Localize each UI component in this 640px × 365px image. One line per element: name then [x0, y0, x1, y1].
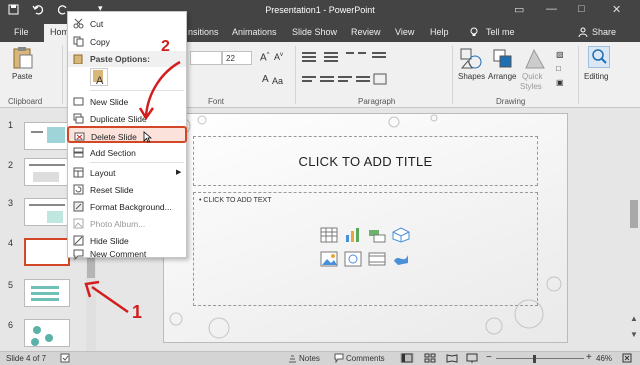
- annotation-label-1: 1: [132, 302, 143, 322]
- zoom-slider[interactable]: [496, 358, 584, 359]
- zoom-slider-handle[interactable]: [533, 355, 536, 363]
- annotation-label-2: 2: [161, 38, 170, 55]
- annotation-arrows: [84, 60, 181, 314]
- comments-icon[interactable]: [334, 353, 344, 365]
- slide-show-icon[interactable]: [466, 353, 478, 365]
- reading-view-icon[interactable]: [446, 353, 458, 365]
- zoom-level[interactable]: 46%: [596, 354, 612, 363]
- zoom-out-button[interactable]: −: [486, 352, 492, 363]
- slide-sorter-icon[interactable]: [424, 353, 436, 365]
- comments-button[interactable]: Comments: [346, 354, 385, 363]
- zoom-in-button[interactable]: +: [586, 352, 592, 363]
- status-bar: Slide 4 of 7 Notes Comments − + 46%: [0, 351, 640, 365]
- notes-button[interactable]: Notes: [299, 354, 320, 363]
- fit-to-window-icon[interactable]: [622, 353, 632, 365]
- slide-count: Slide 4 of 7: [6, 354, 47, 363]
- notes-icon[interactable]: [288, 353, 297, 365]
- spell-check-icon[interactable]: [60, 353, 71, 365]
- normal-view-icon[interactable]: [400, 353, 414, 363]
